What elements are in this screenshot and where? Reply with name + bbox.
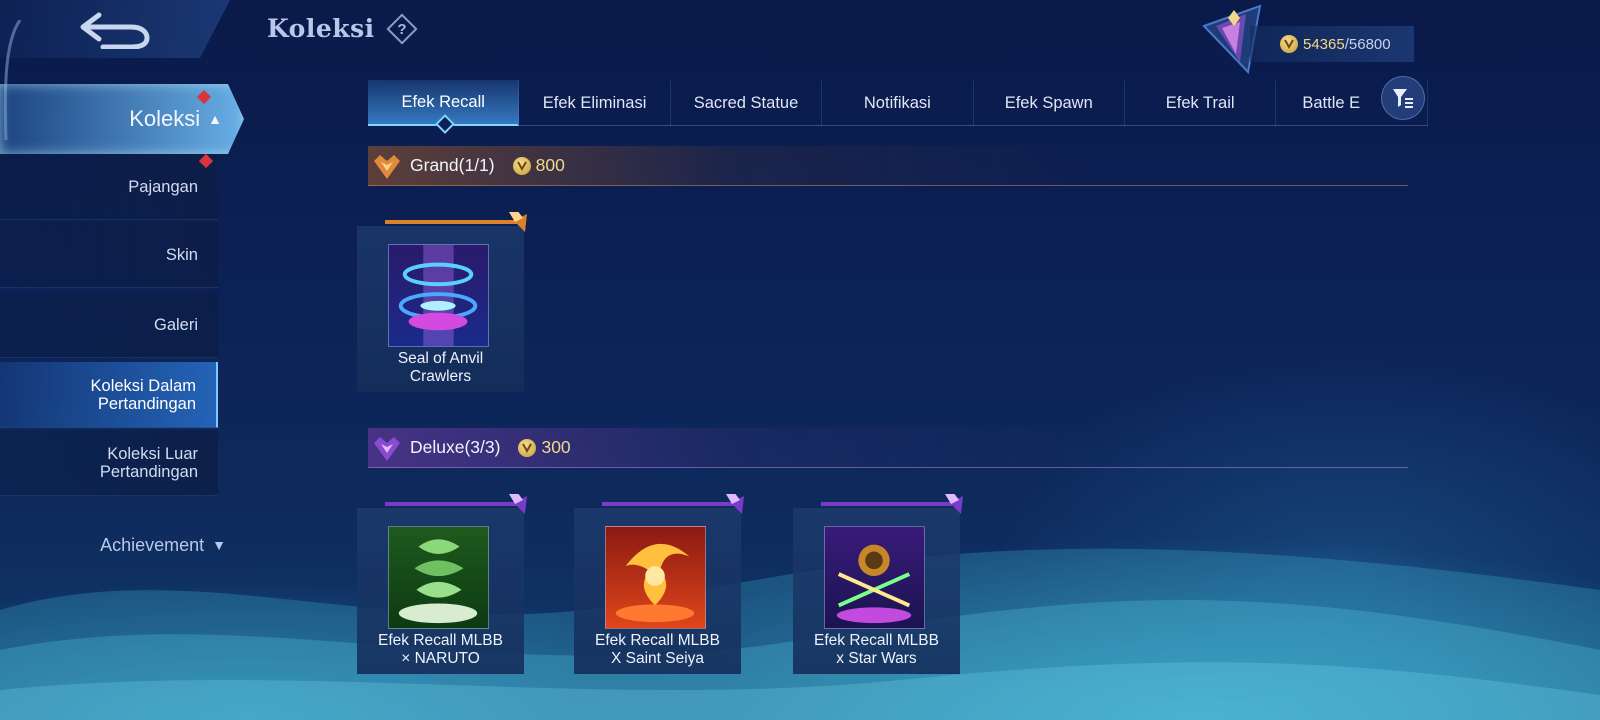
points-max: 56800 xyxy=(1348,35,1391,53)
item-name: Seal of Anvil Crawlers xyxy=(397,350,484,385)
item-card[interactable]: Efek Recall MLBB X Saint Seiya xyxy=(574,494,744,674)
item-card[interactable]: Seal of Anvil Crawlers xyxy=(357,212,527,392)
tab-efek-trail[interactable]: Efek Trail xyxy=(1125,80,1277,126)
sidebar-achievement[interactable]: Achievement ▼ xyxy=(0,530,226,560)
item-name: Efek Recall MLBB X Saint Seiya xyxy=(595,632,720,667)
section-title: Grand(1/1) xyxy=(410,155,495,175)
saint-seiya-recall-icon xyxy=(605,526,706,629)
deluxe-frame-ornament xyxy=(602,494,744,514)
chevron-down-icon: ▼ xyxy=(212,537,226,553)
sidebar: Koleksi ▲ Pajangan Skin Galeri Koleksi D… xyxy=(0,0,250,720)
coin-icon xyxy=(512,156,531,175)
tab-efek-spawn[interactable]: Efek Spawn xyxy=(974,80,1125,126)
item-name: Efek Recall MLBB x Star Wars xyxy=(814,632,939,667)
tab-sacred-statue[interactable]: Sacred Statue xyxy=(671,80,823,126)
coin-icon xyxy=(1280,35,1298,53)
anvil-seal-icon xyxy=(388,244,489,347)
section-cost: 800 xyxy=(512,155,565,176)
sidebar-item-skin[interactable]: Skin xyxy=(0,222,218,288)
sidebar-item-pajangan[interactable]: Pajangan xyxy=(0,154,218,220)
tab-efek-recall[interactable]: Efek Recall xyxy=(368,80,520,126)
filter-button[interactable] xyxy=(1381,76,1425,120)
deluxe-tier-icon xyxy=(374,436,400,461)
tab-notifikasi[interactable]: Notifikasi xyxy=(822,80,974,126)
item-card[interactable]: Efek Recall MLBB x Star Wars xyxy=(793,494,963,674)
filter-icon xyxy=(1393,89,1413,108)
deluxe-frame-ornament xyxy=(821,494,963,514)
category-tabs: Efek Recall Efek Eliminasi Sacred Statue… xyxy=(368,80,1429,126)
naruto-recall-icon xyxy=(388,526,489,629)
section-header-deluxe: Deluxe(3/3) 300 xyxy=(368,428,1408,468)
chevron-up-icon: ▲ xyxy=(208,111,222,127)
item-card[interactable]: Efek Recall MLBB × NARUTO xyxy=(357,494,527,674)
sidebar-section-label: Koleksi xyxy=(129,106,201,131)
section-header-grand: Grand(1/1) 800 xyxy=(368,146,1408,186)
grand-tier-icon xyxy=(374,154,400,179)
help-icon[interactable]: ? xyxy=(386,13,418,45)
section-title: Deluxe(3/3) xyxy=(410,437,501,457)
sidebar-item-koleksi-dalam-pertandingan[interactable]: Koleksi Dalam Pertandingan xyxy=(0,362,218,428)
grand-frame-ornament xyxy=(385,212,527,232)
tab-efek-eliminasi[interactable]: Efek Eliminasi xyxy=(519,80,671,126)
sidebar-item-koleksi-luar-pertandingan[interactable]: Koleksi Luar Pertandingan xyxy=(0,430,218,496)
item-name: Efek Recall MLBB × NARUTO xyxy=(378,632,503,667)
coin-icon xyxy=(518,438,537,457)
star-wars-recall-icon xyxy=(824,526,925,629)
points-current: 54365 xyxy=(1303,35,1345,53)
collection-points: 54365/56800 xyxy=(1250,26,1414,62)
sidebar-item-galeri[interactable]: Galeri xyxy=(0,292,218,358)
section-cost: 300 xyxy=(518,437,571,458)
deluxe-frame-ornament xyxy=(385,494,527,514)
page-title: Koleksi xyxy=(267,14,375,43)
